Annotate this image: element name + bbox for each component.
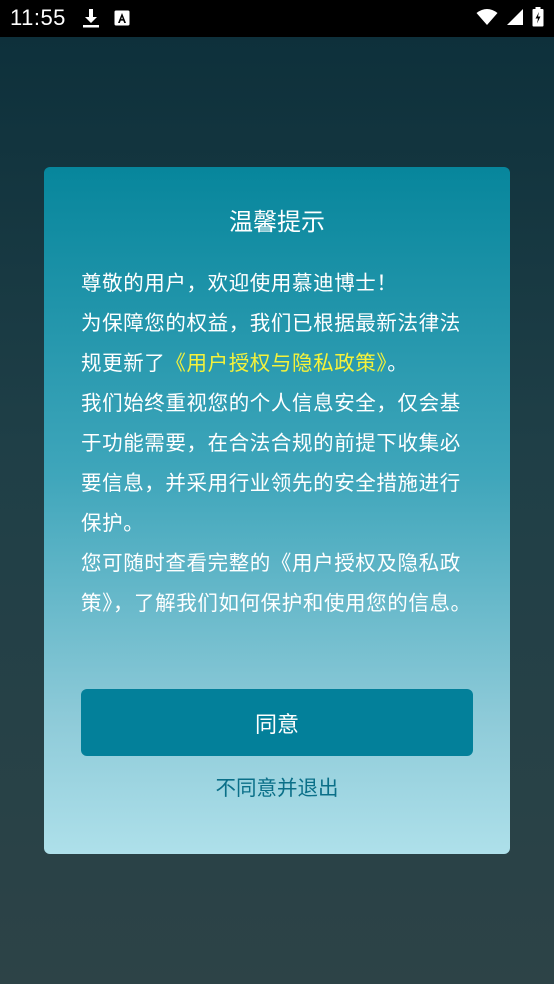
privacy-policy-link[interactable]: 《用户授权与隐私政策》 xyxy=(165,351,387,375)
decline-and-exit-button[interactable]: 不同意并退出 xyxy=(44,771,510,805)
security-statement-text: 我们始终重视您的个人信息安全，仅会基于功能需要，在合法合规的前提下收集必要信息，… xyxy=(81,391,461,535)
status-right-icons xyxy=(476,7,544,27)
privacy-dialog: 温馨提示 尊敬的用户，欢迎使用慕迪博士！ 为保障您的权益，我们已根据最新法律法规… xyxy=(44,167,510,854)
signal-icon xyxy=(506,8,524,26)
a-badge-icon xyxy=(114,10,130,26)
update-notice-text: 为保障您的权益，我们已根据最新法律法规更新了《用户授权与隐私政策》。 xyxy=(81,303,473,383)
wifi-icon xyxy=(476,8,498,26)
agree-button[interactable]: 同意 xyxy=(81,689,473,756)
status-left-icons xyxy=(82,8,130,28)
greeting-text: 尊敬的用户，欢迎使用慕迪博士！ xyxy=(81,271,398,295)
dialog-title: 温馨提示 xyxy=(229,208,325,236)
download-icon xyxy=(82,8,100,28)
status-bar: 11:55 xyxy=(0,0,554,37)
view-policy-text: 您可随时查看完整的《用户授权及隐私政策》，了解我们如何保护和使用您的信息。 xyxy=(81,551,472,615)
status-time: 11:55 xyxy=(10,5,66,30)
dialog-body: 尊敬的用户，欢迎使用慕迪博士！ 为保障您的权益，我们已根据最新法律法规更新了《用… xyxy=(81,263,473,623)
update-notice-suffix: 。 xyxy=(387,351,409,375)
battery-icon xyxy=(532,7,544,27)
